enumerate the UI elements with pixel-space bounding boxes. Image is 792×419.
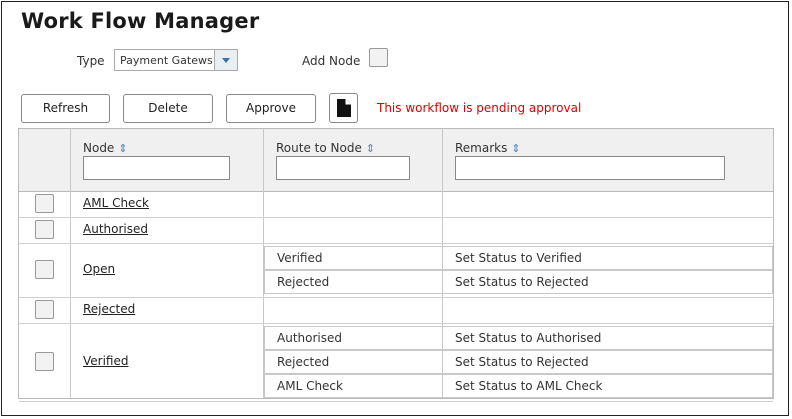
document-button[interactable] <box>329 93 358 123</box>
type-select-value: Payment Gatews <box>120 54 213 67</box>
remarks-cell: Set Status to AML Check <box>442 374 773 398</box>
route-cell: Authorised <box>264 326 443 350</box>
route-cell: Rejected <box>264 350 443 374</box>
table-row: Open Verified Set Status to Verified Reject… <box>19 243 773 298</box>
table-header: Node ⇕ Route to Node ⇕ Remarks ⇕ <box>19 129 773 192</box>
column-header-remarks-label: Remarks <box>455 141 508 155</box>
row-select-checkbox[interactable] <box>35 220 54 239</box>
route-cell: Rejected <box>264 270 443 294</box>
route-cell: AML Check <box>264 374 443 398</box>
refresh-button[interactable]: Refresh <box>21 94 110 123</box>
node-link[interactable]: Verified <box>83 354 129 368</box>
document-icon <box>337 99 351 117</box>
add-node-label: Add Node <box>302 54 361 68</box>
column-header-route-label: Route to Node <box>276 141 362 155</box>
node-link[interactable]: Authorised <box>83 222 148 236</box>
remarks-cell: Set Status to Rejected <box>442 350 773 374</box>
node-link[interactable]: Rejected <box>83 302 135 316</box>
table-row: Authorised <box>19 217 773 244</box>
type-label: Type <box>77 54 105 68</box>
node-filter-input[interactable] <box>83 156 230 180</box>
row-select-checkbox[interactable] <box>35 352 54 371</box>
route-cell: Verified <box>264 246 443 270</box>
remarks-cell: Set Status to Verified <box>442 246 773 270</box>
row-select-checkbox[interactable] <box>35 300 54 319</box>
column-header-route[interactable]: Route to Node ⇕ <box>276 141 375 155</box>
approve-button[interactable]: Approve <box>226 94 316 123</box>
type-select[interactable]: Payment Gatews <box>114 49 238 71</box>
sort-icon[interactable]: ⇕ <box>366 142 375 155</box>
row-select-checkbox[interactable] <box>35 260 54 279</box>
column-header-remarks[interactable]: Remarks ⇕ <box>455 141 521 155</box>
remarks-filter-input[interactable] <box>455 156 725 180</box>
table-row: Rejected <box>19 297 773 324</box>
pending-approval-message: This workflow is pending approval <box>377 101 582 115</box>
sort-icon[interactable]: ⇕ <box>511 142 520 155</box>
delete-button[interactable]: Delete <box>123 94 213 123</box>
chevron-down-icon[interactable] <box>214 50 237 70</box>
table-row: Verified Authorised Set Status to Authoris… <box>19 323 773 402</box>
node-link[interactable]: Open <box>83 262 115 276</box>
column-header-node-label: Node <box>83 141 115 155</box>
column-header-node[interactable]: Node ⇕ <box>83 141 128 155</box>
table-row: AML Check <box>19 191 773 218</box>
node-link[interactable]: AML Check <box>83 196 149 210</box>
remarks-cell: Set Status to Authorised <box>442 326 773 350</box>
remarks-cell: Set Status to Rejected <box>442 270 773 294</box>
row-select-checkbox[interactable] <box>35 194 54 213</box>
sort-icon[interactable]: ⇕ <box>118 142 127 155</box>
page-title: Work Flow Manager <box>21 9 260 33</box>
add-node-checkbox[interactable] <box>369 48 388 67</box>
route-filter-input[interactable] <box>276 156 410 180</box>
workflow-table: Node ⇕ Route to Node ⇕ Remarks ⇕ AML Check A… <box>18 128 774 402</box>
